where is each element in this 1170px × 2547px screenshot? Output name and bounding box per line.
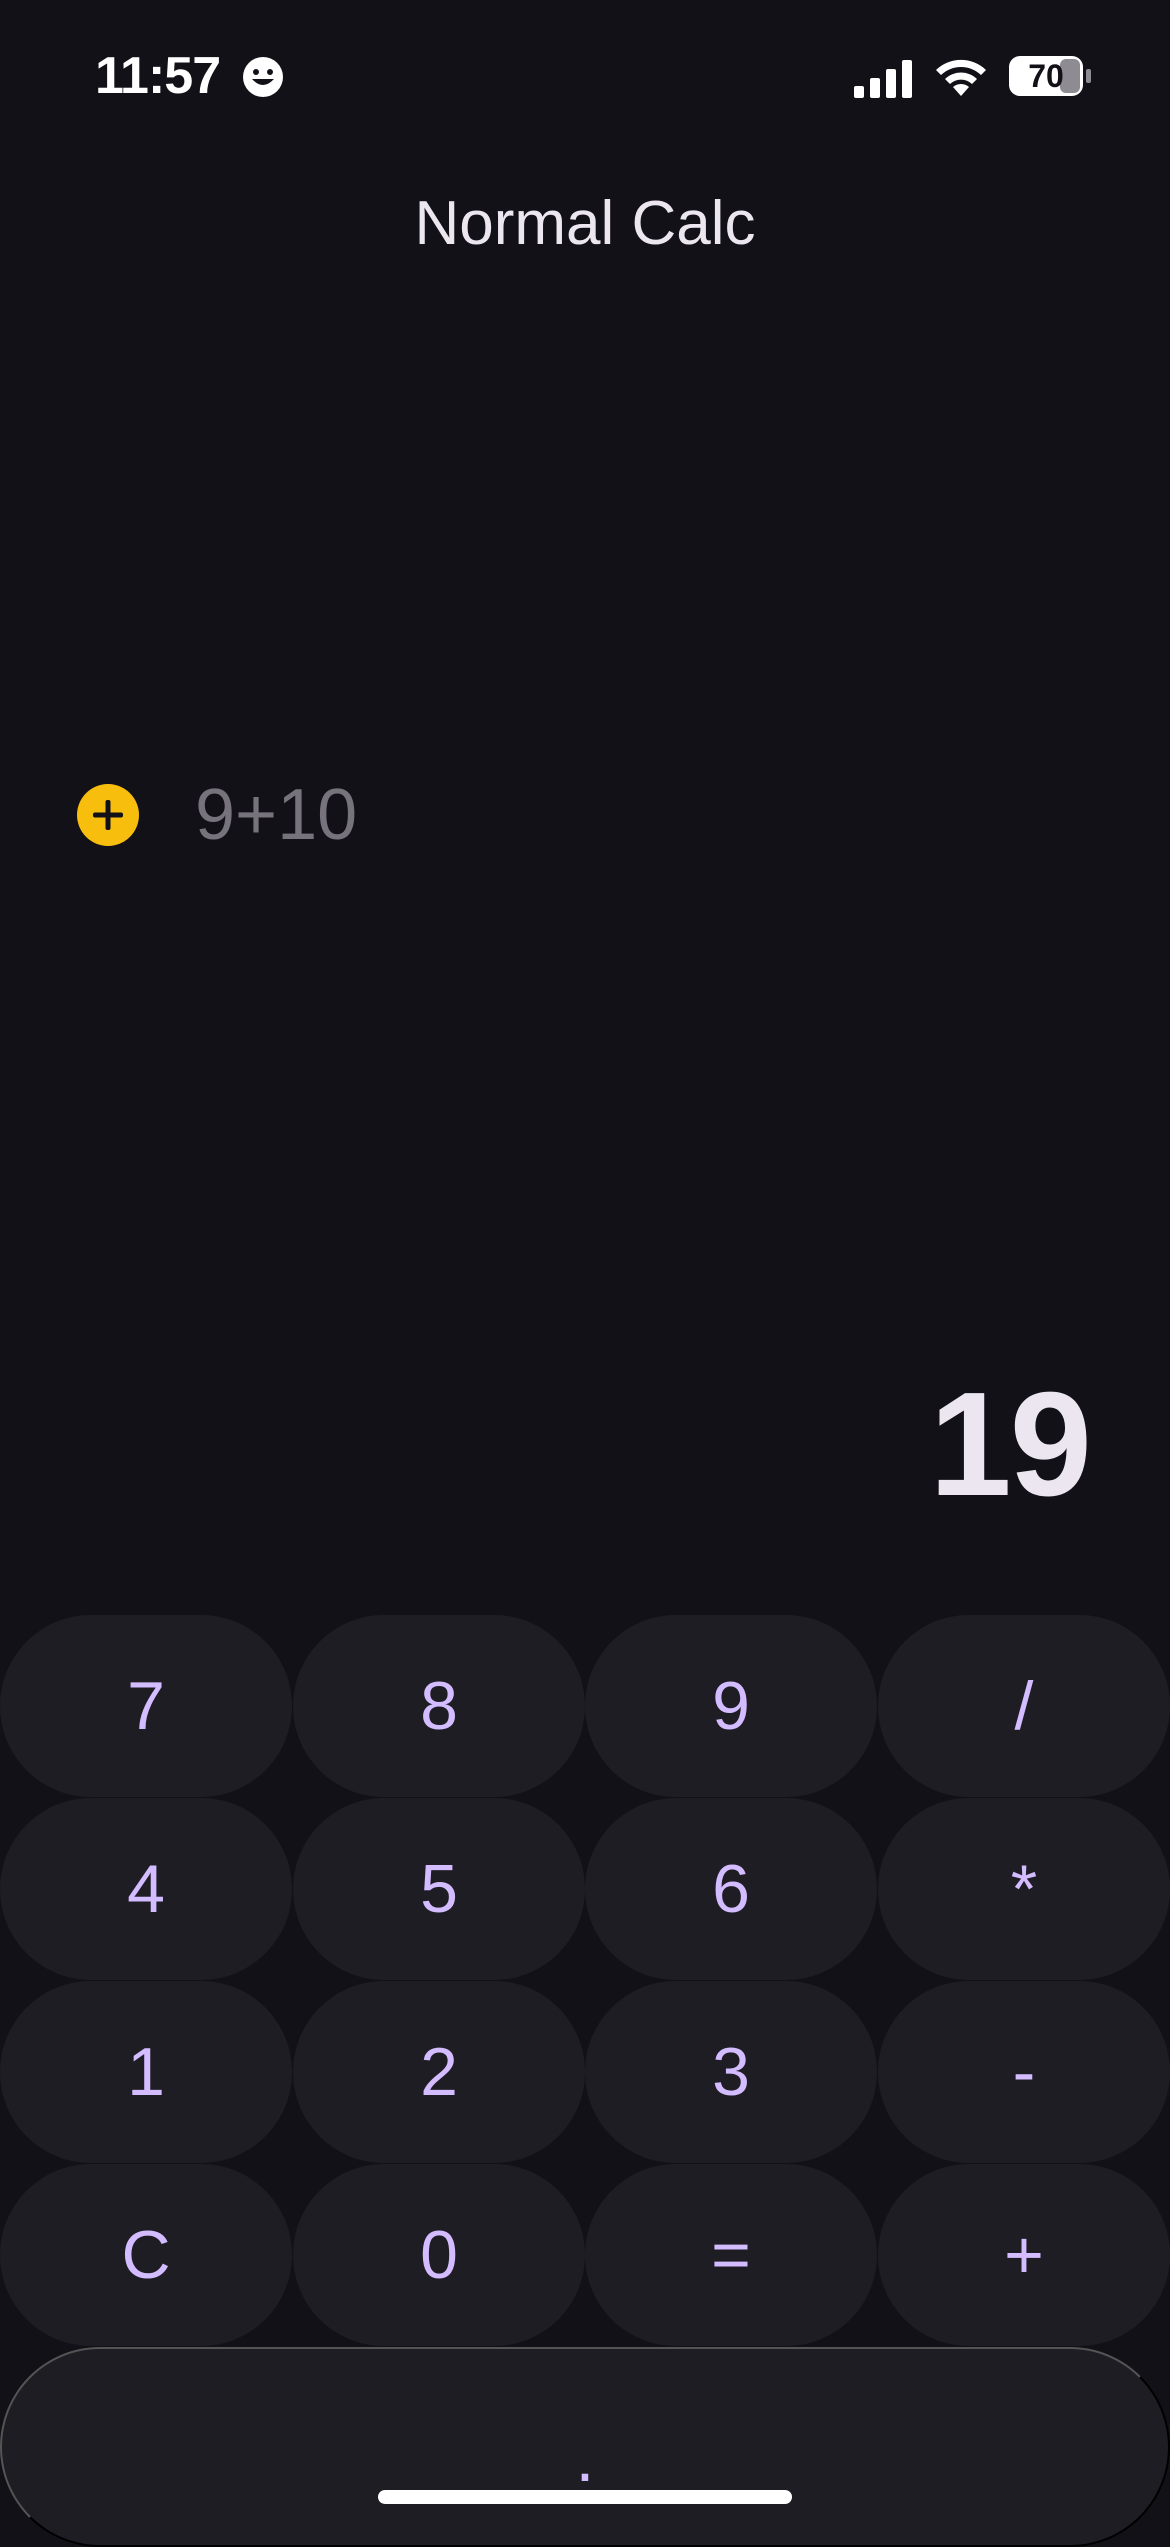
key-add[interactable]: + xyxy=(878,2164,1170,2346)
status-time: 11:57 xyxy=(95,47,221,105)
status-bar: 11:57 70 xyxy=(0,0,1170,150)
key-7[interactable]: 7 xyxy=(0,1615,292,1797)
key-clear[interactable]: C xyxy=(0,2164,292,2346)
key-2[interactable]: 2 xyxy=(293,1981,585,2163)
key-6[interactable]: 6 xyxy=(585,1798,877,1980)
key-5[interactable]: 5 xyxy=(293,1798,585,1980)
key-3[interactable]: 3 xyxy=(585,1981,877,2163)
key-0[interactable]: 0 xyxy=(293,2164,585,2346)
home-indicator[interactable] xyxy=(378,2490,792,2504)
battery-icon: 70 xyxy=(1008,55,1092,97)
battery-level: 70 xyxy=(1028,58,1064,94)
key-equals[interactable]: = xyxy=(585,2164,877,2346)
smiley-icon xyxy=(243,57,283,97)
key-4[interactable]: 4 xyxy=(0,1798,292,1980)
signal-icon xyxy=(854,60,912,98)
key-subtract[interactable]: - xyxy=(878,1981,1170,2163)
wifi-icon xyxy=(936,59,986,96)
add-circle-icon[interactable] xyxy=(77,784,139,846)
key-multiply[interactable]: * xyxy=(878,1798,1170,1980)
key-decimal[interactable]: . xyxy=(0,2347,1170,2547)
result-display: 19 xyxy=(929,1362,1092,1527)
history-item[interactable]: 9+10 xyxy=(77,770,357,860)
key-9[interactable]: 9 xyxy=(585,1615,877,1797)
history-expression: 9+10 xyxy=(195,775,358,855)
key-divide[interactable]: / xyxy=(878,1615,1170,1797)
page-title: Normal Calc xyxy=(414,189,756,258)
key-1[interactable]: 1 xyxy=(0,1981,292,2163)
key-8[interactable]: 8 xyxy=(293,1615,585,1797)
